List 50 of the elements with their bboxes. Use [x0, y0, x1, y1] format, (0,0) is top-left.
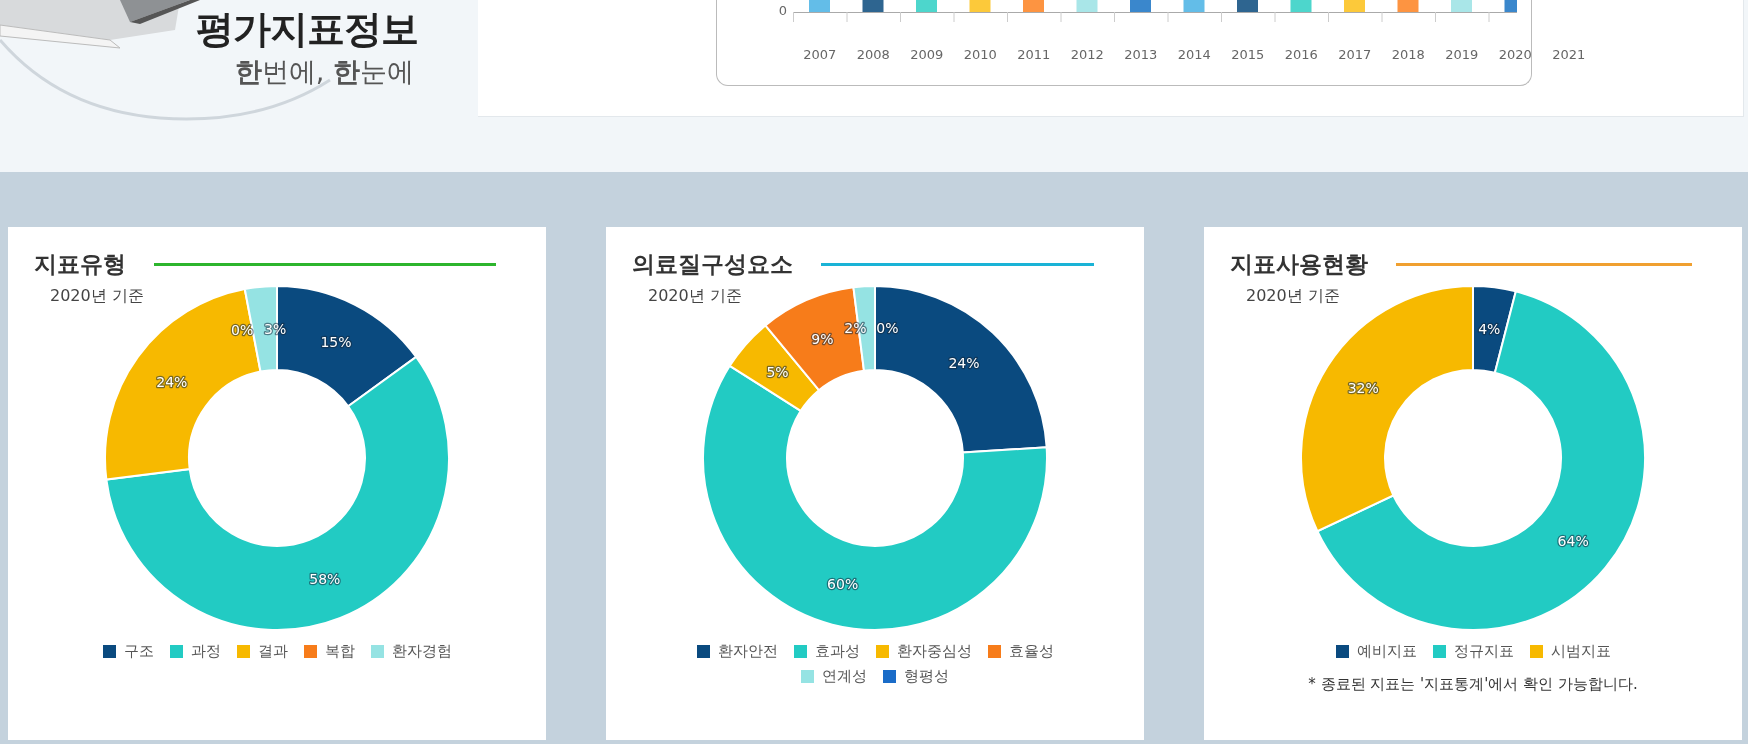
axis-label: 2019: [1444, 47, 1480, 64]
axis-label: 2016: [1283, 47, 1319, 64]
axis-label: 2007: [802, 47, 838, 64]
legend-label: 효과성: [814, 642, 860, 661]
legend-label: 환자경험: [391, 642, 452, 661]
chart-subtitle: 2020년 기준: [50, 286, 144, 307]
axis-label: 2013: [1123, 47, 1159, 64]
legend-label: 시범지표: [1550, 642, 1611, 661]
data-label: 60%: [827, 575, 859, 592]
data-label: 64%: [1557, 532, 1589, 549]
chart-subtitle: 2020년 기준: [1246, 286, 1340, 307]
axis-label: 2014: [1176, 47, 1212, 64]
slogan: 한번에, 한눈에: [234, 55, 414, 89]
data-label: 15%: [320, 334, 352, 351]
data-label: 32%: [1347, 380, 1379, 397]
card-title: 지표사용현황: [1230, 250, 1368, 279]
data-label: 5%: [766, 364, 789, 381]
legend-label: 연계성: [822, 667, 867, 686]
data-label: 0%: [876, 320, 899, 336]
data-label: 24%: [948, 355, 980, 372]
legend-label: 과정: [190, 642, 221, 661]
data-label: 9%: [811, 330, 834, 347]
legend-label: 정규지표: [1453, 642, 1514, 661]
footnote: * 종료된 지표는 '지표통계'에서 확인 가능합니다.: [1307, 675, 1639, 694]
card-title: 의료질구성요소: [632, 250, 793, 279]
logo-title: 평가지표정보: [196, 6, 418, 52]
legend-label: 결과: [257, 642, 288, 661]
axis-label: 2011: [1016, 47, 1052, 64]
axis-label: 2008: [855, 47, 891, 64]
data-label: 4%: [1478, 321, 1501, 338]
card-title: 지표유형: [34, 250, 126, 279]
legend-label: 형평성: [904, 667, 949, 686]
legend-label: 예비지표: [1356, 642, 1417, 661]
axis-label: 2012: [1069, 47, 1105, 64]
chart-subtitle: 2020년 기준: [648, 286, 742, 307]
axis-label: 2015: [1230, 47, 1266, 64]
data-label: 24%: [156, 373, 188, 390]
axis-label: 2009: [909, 47, 945, 64]
legend-label: 구조: [123, 642, 154, 661]
legend-label: 복합: [324, 642, 355, 661]
axis-label: 2010: [962, 47, 998, 64]
axis-label: 2021: [1551, 47, 1587, 64]
legend-label: 효율성: [1008, 642, 1054, 661]
legend-label: 환자안전: [717, 642, 778, 661]
axis-label: 2018: [1390, 47, 1426, 64]
axis-label: 2020: [1497, 47, 1533, 64]
data-label: 58%: [309, 570, 341, 587]
legend-label: 환자중심성: [896, 642, 972, 661]
axis-label: 2017: [1337, 47, 1373, 64]
axis-label: 0: [777, 4, 788, 20]
